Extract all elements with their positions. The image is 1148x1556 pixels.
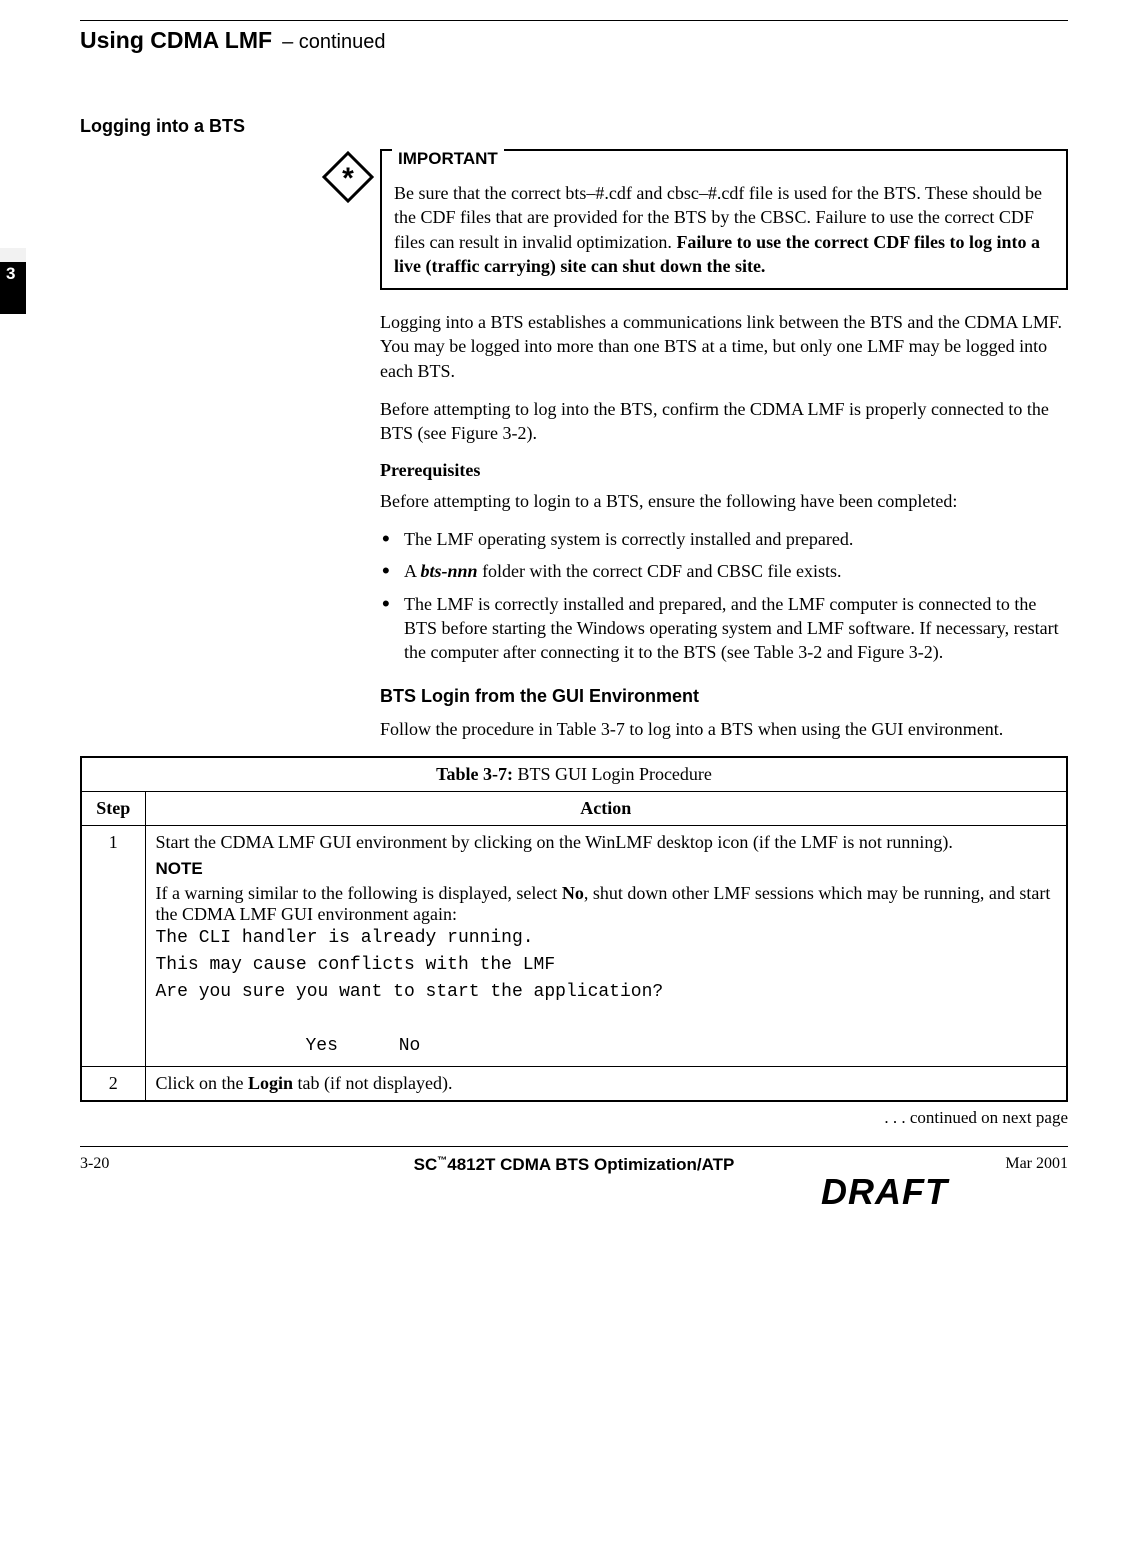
bullet-post: folder with the correct CDF and CBSC fil… (478, 561, 842, 581)
bullet-bold: bts-nnn (421, 561, 478, 581)
action-post: tab (if not displayed). (293, 1073, 452, 1093)
list-item: A bts-nnn folder with the correct CDF an… (380, 559, 1068, 583)
important-label: IMPORTANT (392, 149, 504, 169)
important-box: * IMPORTANT Be sure that the correct bts… (380, 149, 1068, 290)
continued-text: . . . continued on next page (80, 1108, 1068, 1128)
action-cell: Click on the Login tab (if not displayed… (145, 1066, 1067, 1101)
important-body: Be sure that the correct bts–#.cdf and c… (394, 181, 1054, 278)
table-row: 2 Click on the Login tab (if not display… (81, 1066, 1067, 1101)
action-cell: Start the CDMA LMF GUI environment by cl… (145, 825, 1067, 1066)
step-cell: 2 (81, 1066, 145, 1101)
prereq-list: The LMF operating system is correctly in… (380, 527, 1068, 664)
table-row: 1 Start the CDMA LMF GUI environment by … (81, 825, 1067, 1066)
procedure-table: Table 3-7: BTS GUI Login Procedure Step … (80, 756, 1068, 1102)
list-item: The LMF is correctly installed and prepa… (380, 592, 1068, 665)
cli-line-2: This may cause conflicts with the LMF (156, 952, 1057, 979)
action-bold: Login (248, 1073, 293, 1093)
cli-line-4: Yes No (306, 1033, 1057, 1060)
footer-tm: ™ (437, 1155, 447, 1166)
step-cell: 1 (81, 825, 145, 1066)
header-rule (80, 20, 1068, 21)
list-item: The LMF operating system is correctly in… (380, 527, 1068, 551)
footer-rest: 4812T CDMA BTS Optimization/ATP (447, 1155, 734, 1174)
caption-rest: BTS GUI Login Procedure (513, 764, 712, 784)
note-label: NOTE (156, 859, 1057, 879)
table-caption: Table 3-7: BTS GUI Login Procedure (81, 757, 1067, 792)
gui-heading: BTS Login from the GUI Environment (380, 686, 1068, 707)
prereq-heading: Prerequisites (380, 460, 1068, 481)
note-pre: If a warning similar to the following is… (156, 883, 562, 903)
page-header: Using CDMA LMF – continued (80, 27, 1068, 54)
footer: 3-20 SC™4812T CDMA BTS Optimization/ATP … (80, 1146, 1068, 1213)
col-header-action: Action (145, 791, 1067, 825)
bullet-pre: A (404, 561, 421, 581)
body-para-2: Before attempting to log into the BTS, c… (380, 397, 1068, 446)
footer-sc: SC (414, 1155, 438, 1174)
cli-blank (156, 1006, 1057, 1033)
header-continued: – continued (282, 31, 385, 54)
important-star-icon: * (322, 151, 374, 203)
footer-center: SC™4812T CDMA BTS Optimization/ATP DRAFT (200, 1155, 948, 1213)
draft-watermark: DRAFT (200, 1171, 948, 1213)
svg-text:*: * (342, 162, 354, 195)
gui-intro: Follow the procedure in Table 3-7 to log… (380, 717, 1068, 741)
cli-line-3: Are you sure you want to start the appli… (156, 979, 1057, 1006)
chapter-tab-bg (0, 248, 26, 262)
bullet-text: The LMF operating system is correctly in… (404, 529, 853, 549)
action-pre: Click on the (156, 1073, 249, 1093)
col-header-step: Step (81, 791, 145, 825)
prereq-intro: Before attempting to login to a BTS, ens… (380, 489, 1068, 513)
chapter-number: 3 (6, 264, 15, 284)
section-title: Logging into a BTS (80, 116, 1068, 137)
header-title: Using CDMA LMF (80, 27, 272, 54)
footer-page: 3-20 (80, 1155, 200, 1173)
action-text: Start the CDMA LMF GUI environment by cl… (156, 832, 953, 852)
footer-date: Mar 2001 (948, 1155, 1068, 1173)
note-bold: No (562, 883, 584, 903)
body-para-1: Logging into a BTS establishes a communi… (380, 310, 1068, 383)
cli-line-1: The CLI handler is already running. (156, 925, 1057, 952)
caption-bold: Table 3-7: (436, 764, 513, 784)
bullet-text: The LMF is correctly installed and prepa… (404, 594, 1059, 663)
